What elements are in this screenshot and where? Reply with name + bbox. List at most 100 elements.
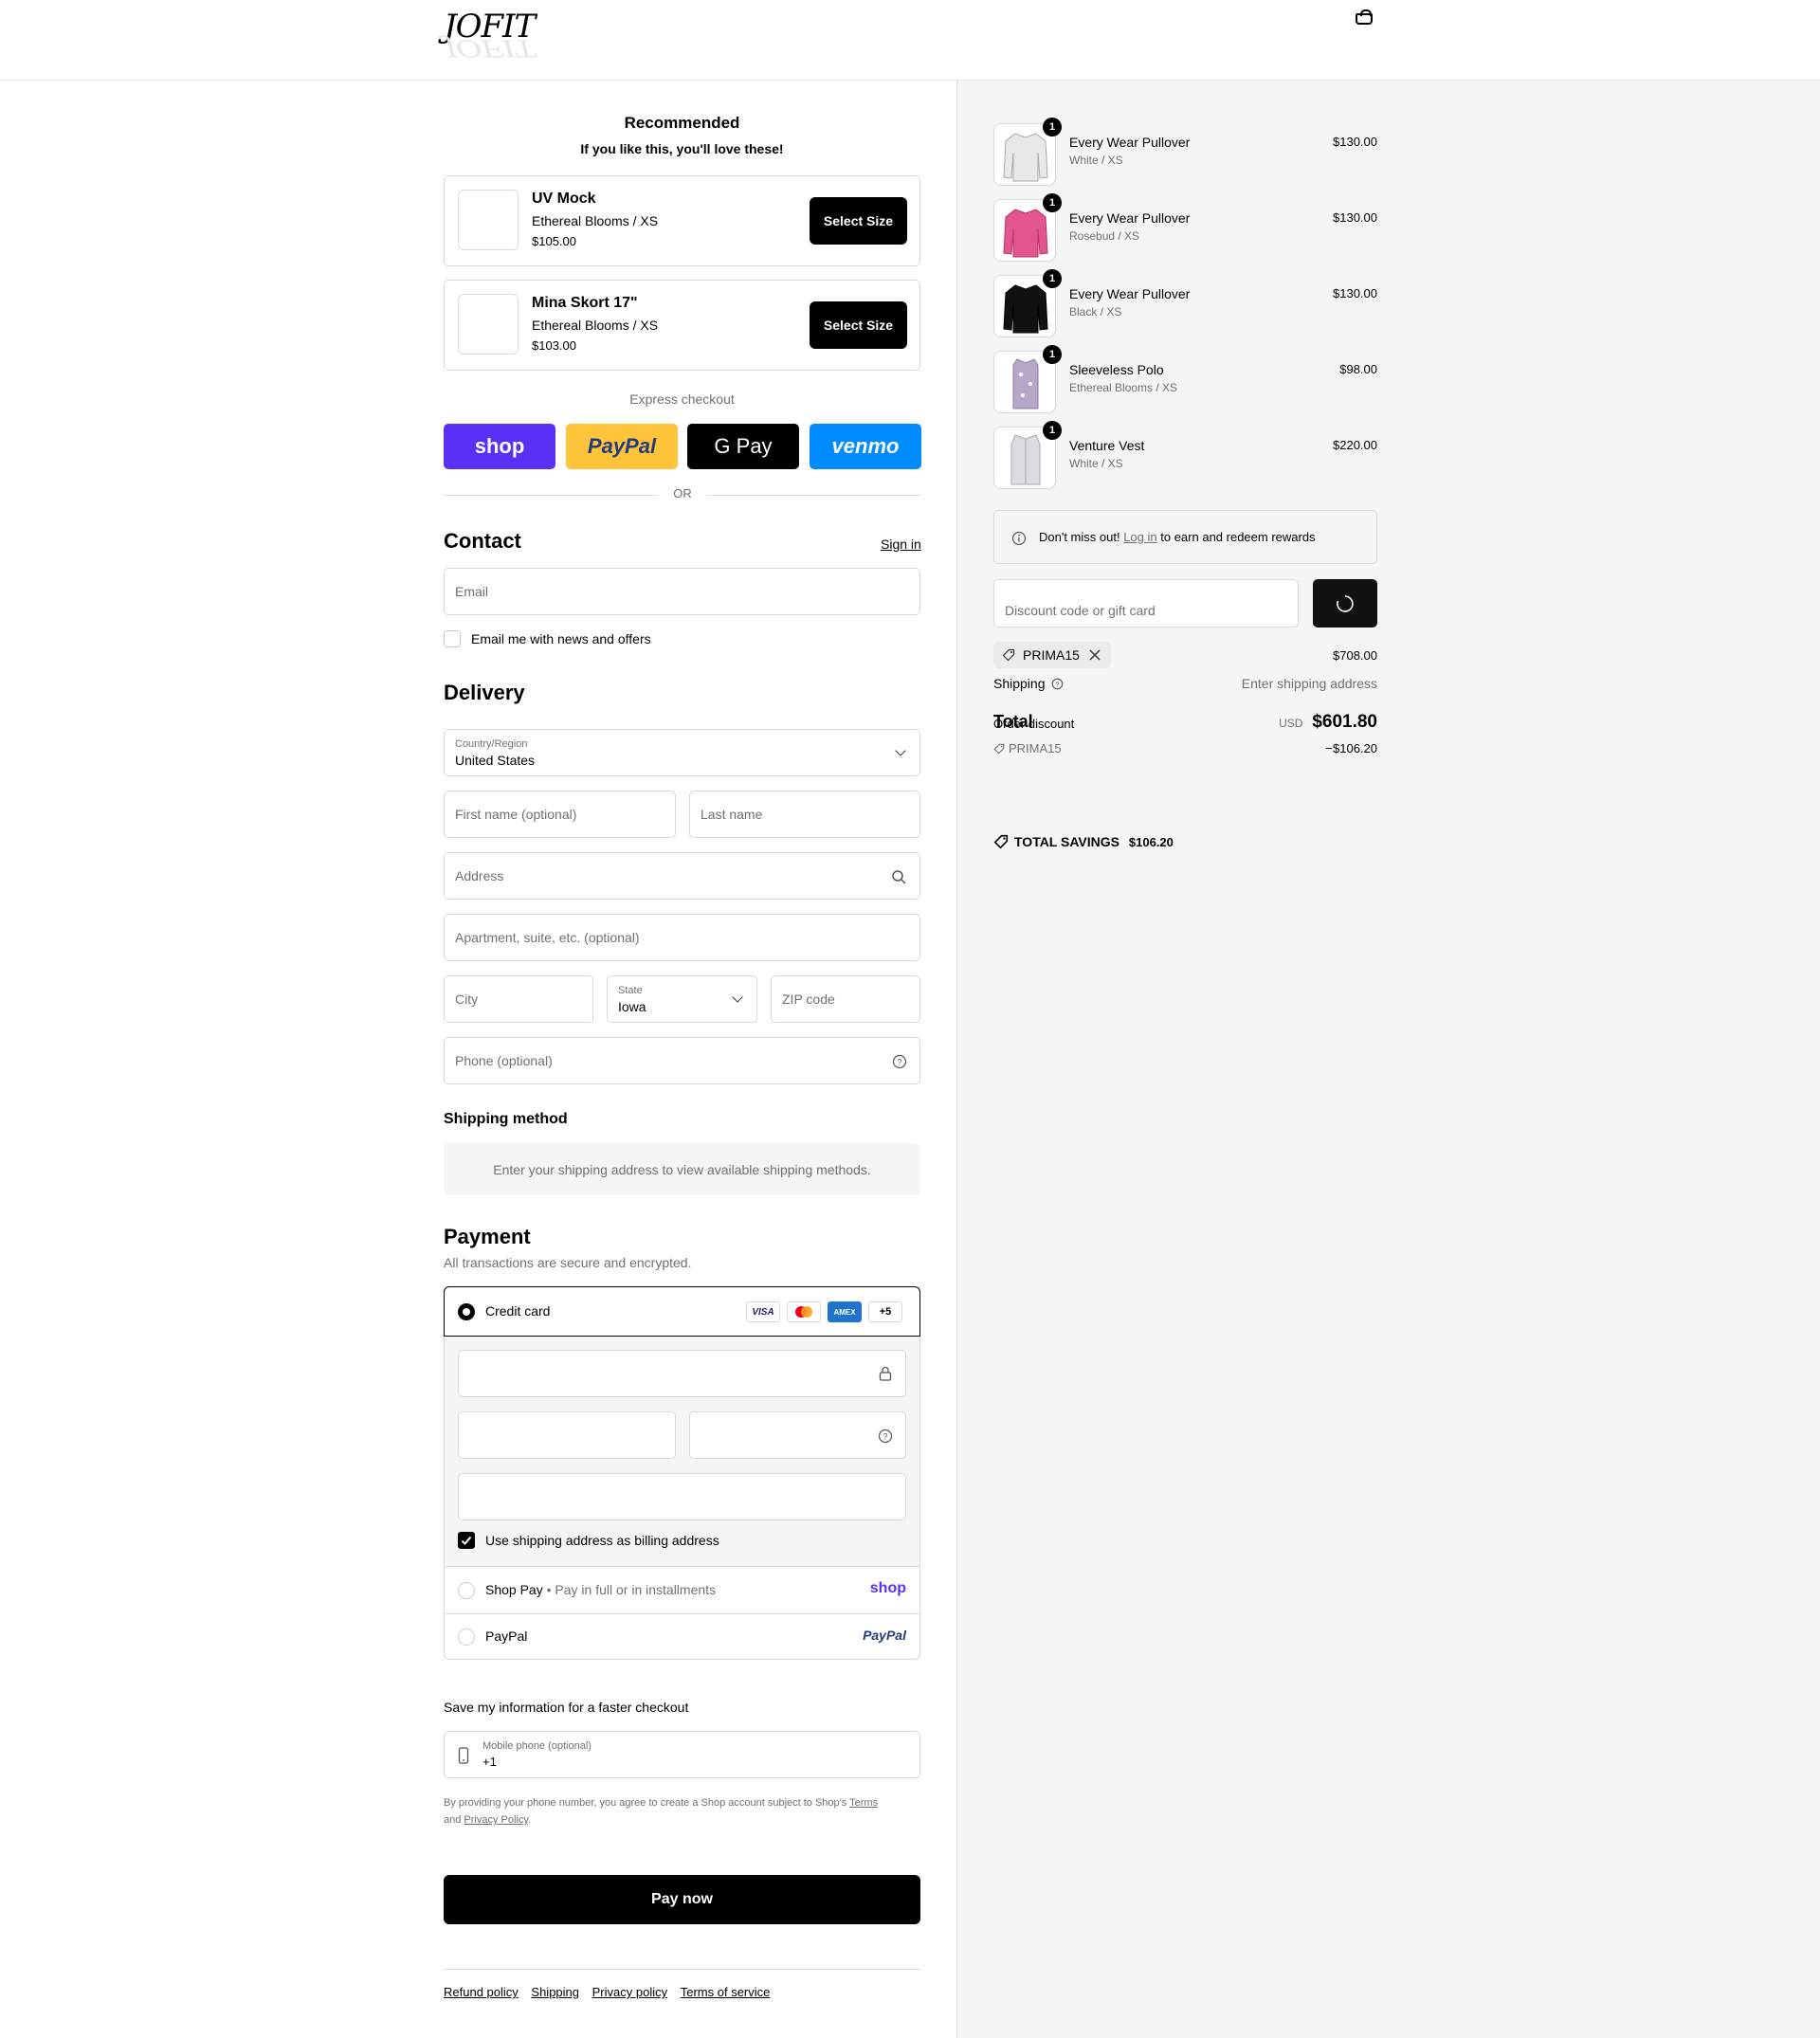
help-icon[interactable]: ? [892, 1054, 907, 1069]
item-price: $130.00 [1333, 210, 1377, 225]
privacy-policy-link[interactable]: Privacy policy [592, 1985, 667, 1999]
legal-period: . [528, 1814, 532, 1826]
terms-link[interactable]: Terms [849, 1797, 878, 1809]
refund-policy-link[interactable]: Refund policy [444, 1985, 519, 1999]
name-on-card-field[interactable] [458, 1473, 906, 1520]
amex-icon: AMEX [828, 1301, 862, 1322]
recommended-item-card: UV Mock Ethereal Blooms / XS $105.00 Sel… [444, 175, 920, 266]
mobile-phone-field[interactable]: Mobile phone (optional) +1 [444, 1731, 920, 1778]
help-icon[interactable]: ? [1051, 678, 1064, 690]
select-size-button[interactable]: Select Size [810, 197, 907, 245]
help-icon[interactable]: ? [878, 1428, 893, 1444]
shipping-label-text: Shipping [993, 676, 1046, 691]
pay-now-button[interactable]: Pay now [444, 1875, 920, 1924]
total-savings-label: TOTAL SAVINGS [1014, 834, 1119, 849]
shop-pay-radio[interactable] [458, 1582, 475, 1599]
credit-card-option[interactable]: Credit card VISA AMEX +5 [444, 1286, 920, 1337]
product-name: Mina Skort 17" [532, 295, 638, 311]
state-label: State [618, 985, 643, 996]
zip-code-field[interactable]: ZIP code [771, 975, 920, 1023]
line-item: 1 Every Wear Pullover Black / XS $130.00 [993, 269, 1377, 341]
expiration-date-field[interactable] [458, 1411, 676, 1459]
mastercard-icon [787, 1301, 821, 1322]
email-placeholder: Email [455, 584, 489, 599]
address-field[interactable]: Address [444, 852, 920, 900]
shipping-method-notice: Enter your shipping address to view avai… [444, 1143, 920, 1195]
recommended-subtitle: If you like this, you'll love these! [580, 141, 784, 156]
chevron-down-icon [895, 745, 906, 756]
venmo-logo: venmo [831, 434, 900, 458]
last-name-field[interactable]: Last name [689, 791, 920, 838]
rewards-prefix: Don't miss out! [1039, 530, 1120, 544]
privacy-policy-link[interactable]: Privacy Policy [464, 1814, 528, 1826]
rewards-login-link[interactable]: Log in [1123, 530, 1156, 544]
svg-text:?: ? [883, 1432, 887, 1442]
currency-code: USD [1279, 717, 1303, 730]
phone-field[interactable]: Phone (optional) ? [444, 1037, 920, 1084]
product-thumbnail [458, 294, 519, 355]
country-label: Country/Region [455, 738, 528, 750]
discount-code-field[interactable]: Discount code or gift card [993, 579, 1299, 628]
svg-text:?: ? [1056, 680, 1060, 688]
logo-reflection: JOFIT [444, 34, 536, 61]
divider-line [444, 495, 658, 496]
order-discount-code: PRIMA15 [993, 741, 1062, 755]
venmo-express-button[interactable]: venmo [810, 424, 921, 469]
security-code-field[interactable]: ? [689, 1411, 906, 1459]
paypal-option[interactable]: PayPal PayPal [445, 1614, 919, 1660]
item-variant: Black / XS [1069, 305, 1122, 318]
city-field[interactable]: City [444, 975, 593, 1023]
visa-label: VISA [752, 1306, 774, 1318]
or-separator: OR [673, 486, 692, 500]
order-discount-label: Order discount [993, 717, 1075, 731]
shipping-label: Shipping ? [993, 676, 1064, 691]
item-variant: Rosebud / XS [1069, 229, 1140, 243]
first-name-field[interactable]: First name (optional) [444, 791, 676, 838]
terms-of-service-link[interactable]: Terms of service [681, 1985, 771, 1999]
shipping-policy-link[interactable]: Shipping [531, 1985, 579, 1999]
store-logo[interactable]: JOFIT JOFIT [444, 8, 536, 61]
google-pay-express-button[interactable]: G Pay [687, 424, 799, 469]
sign-in-link[interactable]: Sign in [881, 537, 921, 552]
paypal-radio[interactable] [458, 1629, 475, 1646]
apartment-field[interactable]: Apartment, suite, etc. (optional) [444, 914, 920, 961]
line-item: 1 Sleeveless Polo Ethereal Blooms / XS $… [993, 345, 1377, 417]
info-icon [1011, 531, 1027, 546]
email-field[interactable]: Email [444, 568, 920, 615]
state-select[interactable]: State Iowa [607, 975, 757, 1023]
shop-pay-logo: shop [869, 1580, 906, 1596]
cart-bag-icon[interactable] [1356, 9, 1373, 25]
svg-text:?: ? [897, 1058, 901, 1067]
search-icon [892, 870, 906, 884]
paypal-label: PayPal [485, 1629, 528, 1644]
credit-card-radio[interactable] [458, 1303, 475, 1320]
country-select[interactable]: Country/Region United States [444, 729, 920, 776]
mastercard-circles [795, 1306, 812, 1318]
shop-pay-express-button[interactable]: shop [444, 424, 555, 469]
legal-prefix: By providing your phone number, you agre… [444, 1797, 847, 1809]
select-size-button[interactable]: Select Size [810, 301, 907, 349]
delivery-heading: Delivery [444, 681, 525, 704]
shop-pay-label: Shop Pay • Pay in full or in installment… [485, 1582, 716, 1597]
item-name: Sleeveless Polo [1069, 362, 1164, 377]
paypal-express-button[interactable]: PayPal [566, 424, 678, 469]
card-number-field[interactable] [458, 1350, 906, 1397]
apartment-placeholder: Apartment, suite, etc. (optional) [455, 930, 640, 945]
footer-divider [444, 1969, 920, 1970]
tag-icon [993, 834, 1009, 849]
apply-discount-button[interactable] [1313, 579, 1377, 628]
product-thumbnail [458, 190, 519, 250]
legal-and: and [444, 1814, 462, 1826]
checkmark-icon [461, 1536, 472, 1545]
amex-label: AMEX [833, 1307, 856, 1317]
close-icon[interactable] [1089, 649, 1101, 661]
total-amount: USD $601.80 [1169, 712, 1377, 733]
payment-methods: Credit card VISA AMEX +5 ? Use shipping … [444, 1286, 920, 1660]
billing-same-checkbox[interactable] [458, 1532, 475, 1549]
paypal-logo: PayPal [863, 1628, 906, 1643]
product-price: $105.00 [532, 234, 576, 248]
first-name-placeholder: First name (optional) [455, 807, 577, 822]
shipping-value: Enter shipping address [1241, 676, 1377, 691]
news-offers-checkbox[interactable] [444, 630, 461, 647]
shop-pay-option[interactable]: Shop Pay • Pay in full or in installment… [445, 1568, 919, 1614]
